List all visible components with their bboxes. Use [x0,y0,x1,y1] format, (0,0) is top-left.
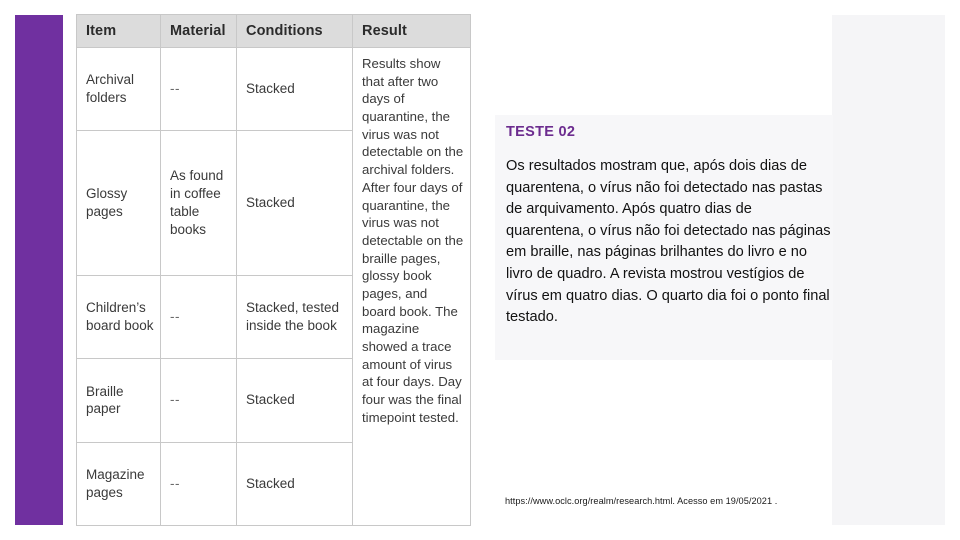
cell-material: -- [160,274,237,360]
table-header-row: Item Material Conditions Result [76,14,471,48]
cell-conditions: Stacked, tested inside the book [236,274,353,360]
cell-material: As found in coffee table books [160,130,237,276]
results-table: Item Material Conditions Result Archival… [76,14,471,527]
cell-conditions: Stacked [236,130,353,276]
column-header-material: Material [160,14,237,48]
teste-02-textbox: TESTE 02 Os resultados mostram que, após… [495,115,833,360]
cell-material: -- [160,441,237,527]
results-table-figure: Item Material Conditions Result Archival… [76,14,471,527]
cell-result: Results show that after two days of quar… [352,47,471,526]
column-header-conditions: Conditions [236,14,353,48]
cell-conditions: Stacked [236,46,353,132]
teste-02-body-text: Os resultados mostram que, após dois dia… [506,158,831,326]
source-citation[interactable]: https://www.oclc.org/realm/research.html… [505,496,777,506]
cell-item: Glossy pages [76,130,161,276]
cell-item: Children’s board book [76,274,161,360]
column-header-item: Item [76,14,161,48]
cell-item: Magazine pages [76,441,161,527]
cell-item: Archival folders [76,46,161,132]
column-header-result: Result [352,14,471,48]
cell-material: -- [160,358,237,443]
cell-conditions: Stacked [236,358,353,443]
right-side-panel [832,15,945,525]
left-accent-bar [15,15,63,525]
cell-item: Braille paper [76,358,161,443]
teste-02-heading: TESTE 02 [506,124,576,140]
cell-material: -- [160,46,237,132]
cell-conditions: Stacked [236,441,353,527]
table-row: Archival folders -- Stacked Results show… [76,46,471,526]
